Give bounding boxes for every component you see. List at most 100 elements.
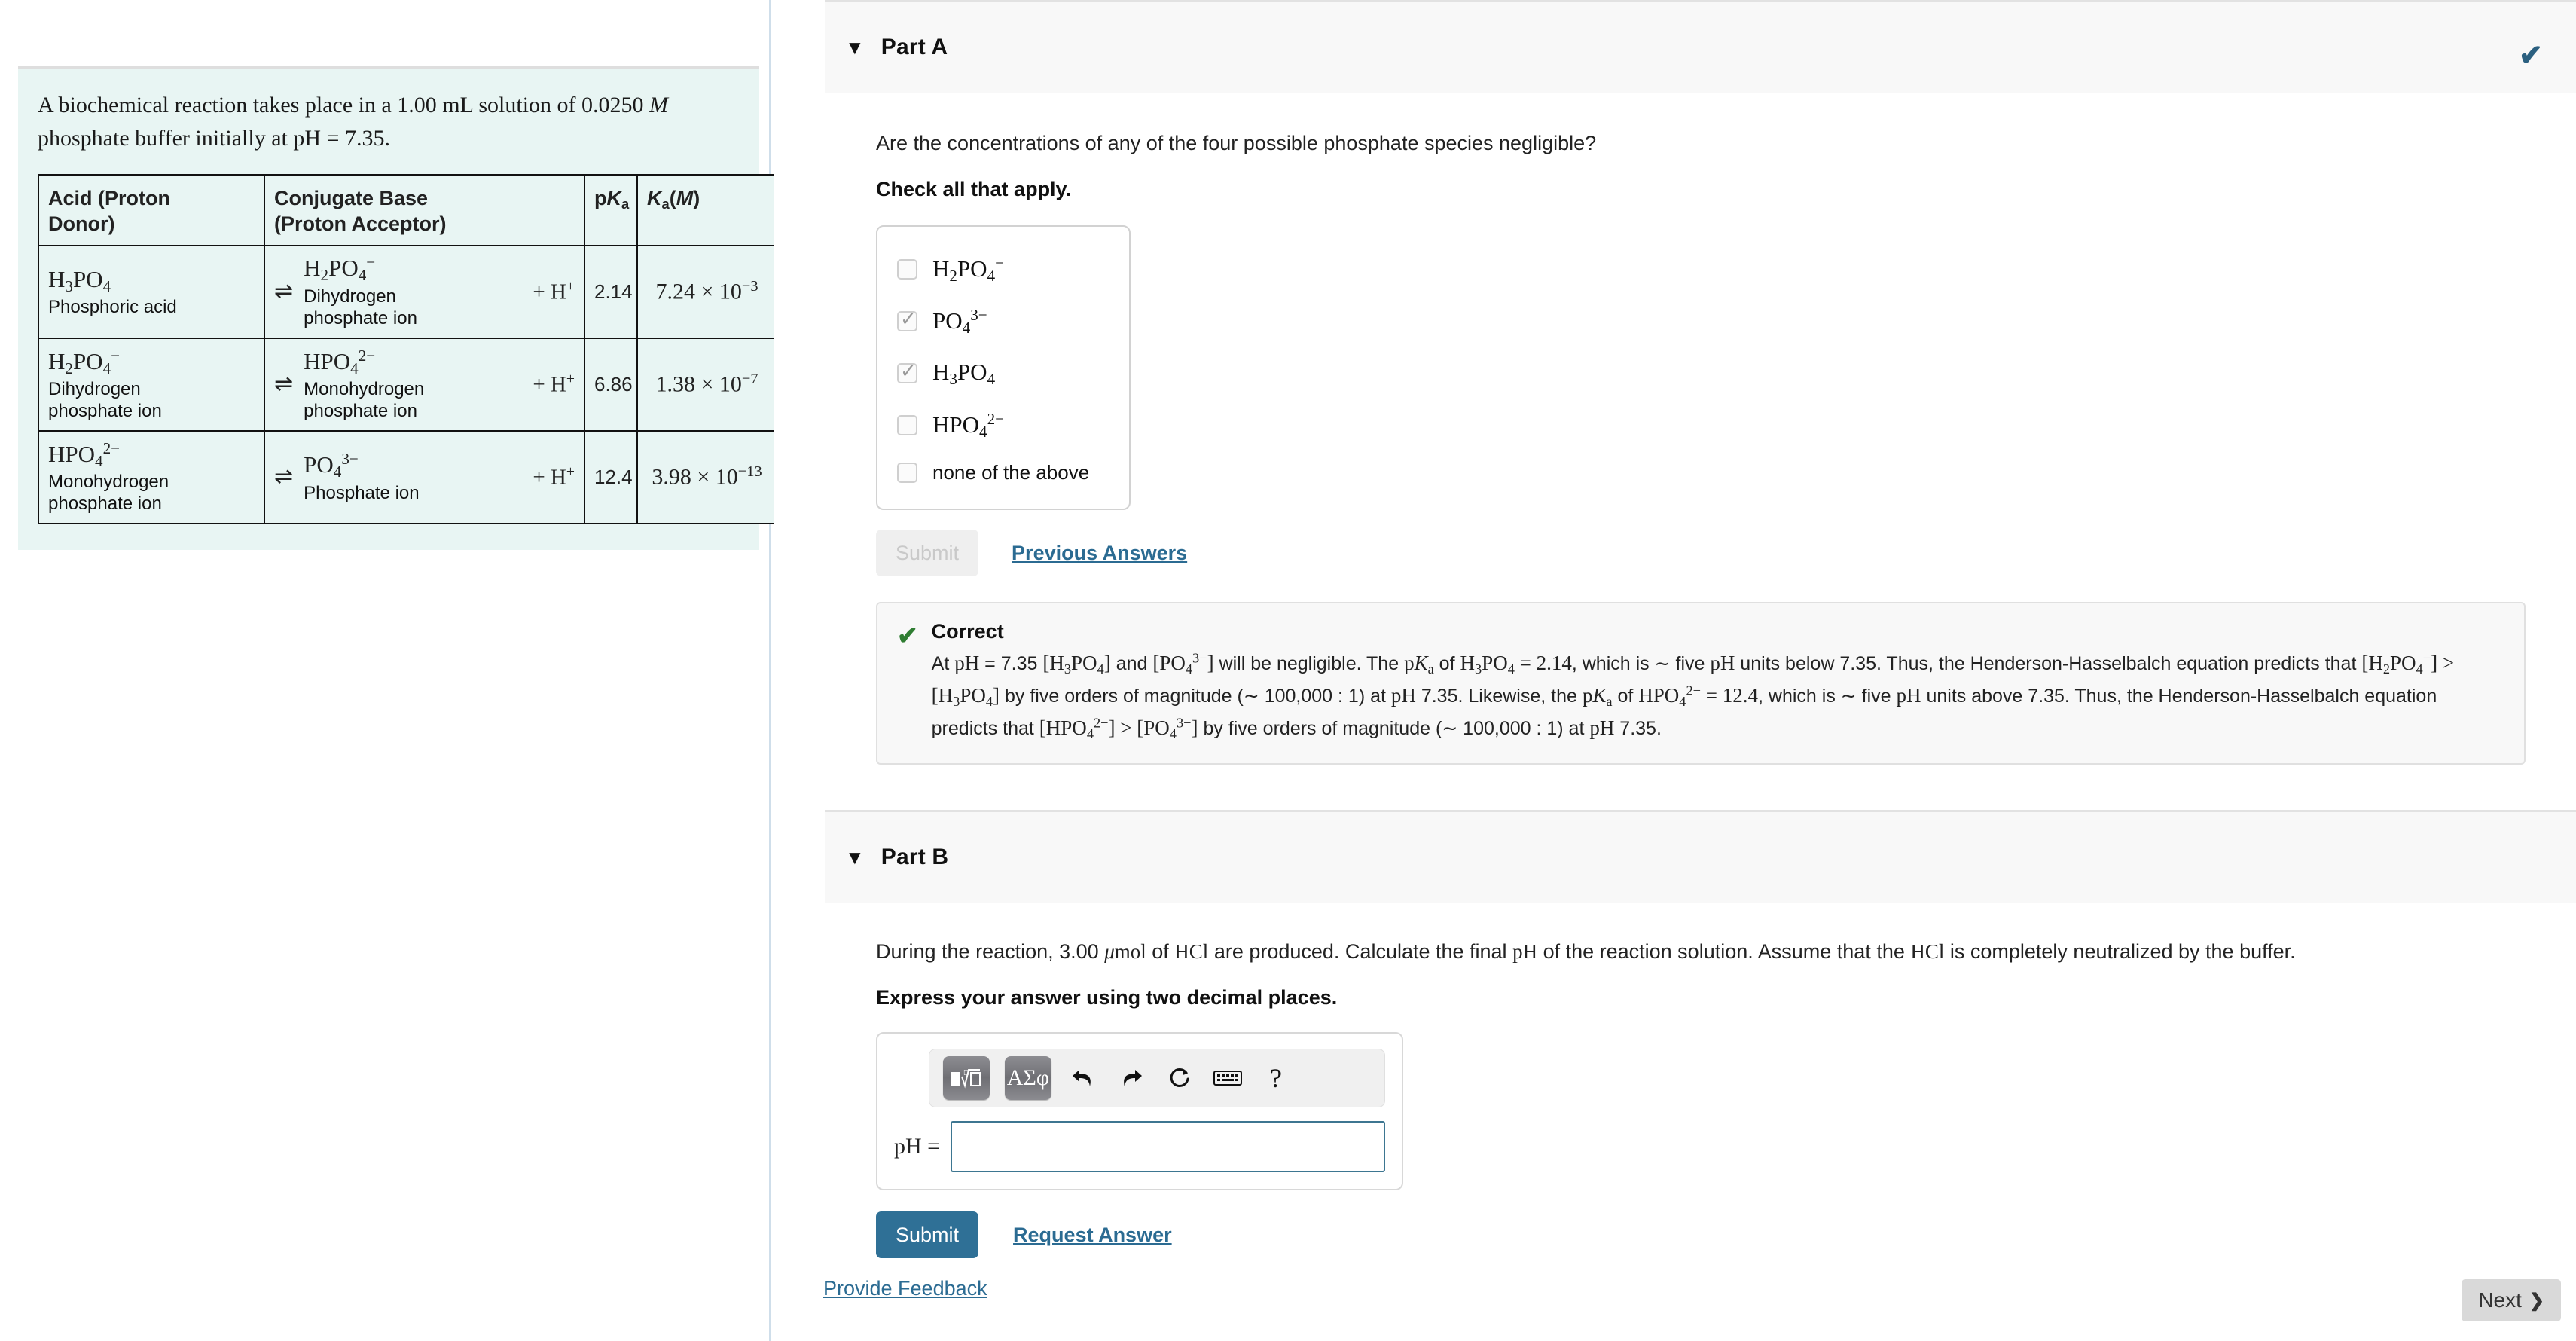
checkbox-po4[interactable] bbox=[897, 308, 917, 332]
part-a-complete-check-icon: ✔ bbox=[2519, 40, 2543, 72]
col-header-ka: Ka(M) bbox=[636, 174, 777, 246]
cell-ka: 7.24 × 10−3 bbox=[636, 244, 777, 339]
col-header-pka: pKa bbox=[584, 174, 638, 246]
col-header-acid-line2: Donor) bbox=[48, 212, 115, 235]
choice-option-none[interactable]: none of the above bbox=[897, 451, 1109, 493]
cell-ka: 3.98 × 10−13 bbox=[636, 429, 777, 524]
table-row: HPO42− Monohydrogen phosphate ion ⇌ PO43… bbox=[38, 429, 777, 524]
checkbox-h3po4[interactable] bbox=[897, 360, 917, 384]
cell-pka: 12.4 bbox=[584, 429, 638, 524]
part-a-body: Are the concentrations of any of the fou… bbox=[774, 129, 2576, 765]
cell-acid: HPO42− Monohydrogen phosphate ion bbox=[38, 429, 265, 524]
proton-term: + H+ bbox=[533, 371, 575, 397]
equilibrium-arrow-icon: ⇌ bbox=[274, 371, 294, 396]
answer-row: pH = bbox=[894, 1121, 1385, 1173]
part-a-header[interactable]: ▼ Part A ✔ bbox=[825, 0, 2576, 93]
proton-term: + H+ bbox=[533, 463, 575, 490]
equilibrium-arrow-icon: ⇌ bbox=[274, 463, 294, 489]
choice-label-h2po4: H2PO4− bbox=[932, 253, 1005, 285]
base-formula: HPO42− bbox=[304, 346, 376, 377]
part-a-title: Part A bbox=[881, 35, 948, 60]
chevron-right-icon: ❯ bbox=[2529, 1290, 2544, 1311]
checkbox-h2po4[interactable] bbox=[897, 259, 917, 280]
base-formula: H2PO4− bbox=[304, 253, 376, 285]
cell-ka: 1.38 × 10−7 bbox=[636, 337, 777, 432]
feedback-title: Correct bbox=[931, 620, 1004, 643]
cell-base: ⇌ H2PO4− Dihydrogen phosphate ion + H+ bbox=[264, 244, 585, 339]
ph-answer-input[interactable] bbox=[951, 1121, 1385, 1173]
acid-formula: HPO42− bbox=[48, 438, 120, 470]
template-button[interactable]: □ bbox=[943, 1056, 990, 1101]
part-a-instruction: Check all that apply. bbox=[876, 178, 1072, 201]
choice-option-h3po4[interactable]: H3PO4 bbox=[897, 347, 1109, 399]
choice-label-none: none of the above bbox=[932, 460, 1090, 484]
feedback-text: At pH = 7.35 [H3PO4] and [PO43−] will be… bbox=[931, 650, 2455, 742]
base-name-line2: phosphate ion bbox=[304, 308, 417, 329]
part-a-feedback: ✔ Correct At pH = 7.35 [H3PO4] and [PO43… bbox=[876, 602, 2526, 765]
problem-panel: A biochemical reaction takes place in a … bbox=[0, 0, 777, 1341]
choice-label-hpo4: HPO42− bbox=[932, 409, 1004, 441]
col-header-base-line1: Conjugate Base bbox=[274, 187, 429, 209]
reset-icon[interactable] bbox=[1163, 1061, 1196, 1095]
acid-formula: H3PO4 bbox=[48, 265, 111, 295]
chevron-down-icon[interactable]: ▼ bbox=[845, 848, 865, 867]
part-b-instruction: Express your answer using two decimal pl… bbox=[876, 986, 1338, 1010]
choice-label-po4: PO43− bbox=[932, 305, 987, 337]
checkbox-none[interactable] bbox=[897, 462, 917, 483]
cell-base: ⇌ PO43− Phosphate ion + H+ bbox=[264, 429, 585, 524]
choice-option-h2po4[interactable]: H2PO4− bbox=[897, 243, 1109, 295]
answer-panel: ▼ Part A ✔ Are the concentrations of any… bbox=[774, 0, 2576, 1341]
assignment-page: A biochemical reaction takes place in a … bbox=[0, 0, 2576, 1341]
acid-name-line1: Dihydrogen bbox=[48, 379, 141, 400]
table-header-row: Acid (Proton Donor) Conjugate Base (Prot… bbox=[38, 174, 777, 246]
problem-statement: A biochemical reaction takes place in a … bbox=[38, 93, 669, 151]
provide-feedback-link[interactable]: Provide Feedback bbox=[823, 1277, 987, 1300]
cell-acid: H3PO4 Phosphoric acid bbox=[38, 244, 265, 339]
part-a-submit-button[interactable]: Submit bbox=[876, 530, 979, 577]
acid-formula: H2PO4− bbox=[48, 346, 121, 377]
checkbox-hpo4[interactable] bbox=[897, 415, 917, 436]
cell-pka: 2.14 bbox=[584, 244, 638, 339]
equilibrium-arrow-icon: ⇌ bbox=[274, 278, 294, 304]
table-row: H3PO4 Phosphoric acid ⇌ H2PO4− Dihydroge… bbox=[38, 244, 777, 339]
proton-term: + H+ bbox=[533, 278, 575, 304]
previous-answers-link[interactable]: Previous Answers bbox=[1012, 542, 1187, 565]
keyboard-icon[interactable] bbox=[1211, 1061, 1244, 1095]
chevron-down-icon[interactable]: ▼ bbox=[845, 38, 865, 57]
redo-icon[interactable] bbox=[1115, 1061, 1148, 1095]
next-button[interactable]: Next ❯ bbox=[2462, 1279, 2561, 1321]
part-a-actions: Submit Previous Answers bbox=[876, 530, 2531, 577]
part-b-body: During the reaction, 3.00 μmol of HCl ar… bbox=[774, 937, 2576, 1259]
base-formula: PO43− bbox=[304, 450, 359, 481]
acid-name: Phosphoric acid bbox=[48, 297, 177, 318]
part-b-question: During the reaction, 3.00 μmol of HCl ar… bbox=[876, 940, 2296, 964]
choice-option-po4[interactable]: PO43− bbox=[897, 295, 1109, 347]
help-icon[interactable]: ? bbox=[1259, 1061, 1293, 1095]
choice-option-hpo4[interactable]: HPO42− bbox=[897, 399, 1109, 451]
col-header-acid: Acid (Proton Donor) bbox=[38, 174, 265, 246]
math-toolbar: □ ΑΣφ ? bbox=[929, 1049, 1385, 1108]
base-name-line1: Monohydrogen bbox=[304, 379, 425, 400]
choice-list: H2PO4− PO43− H3PO4 HPO42− none of the ab… bbox=[876, 225, 1131, 511]
table-row: H2PO4− Dihydrogen phosphate ion ⇌ HPO42− bbox=[38, 337, 777, 432]
part-a-question: Are the concentrations of any of the fou… bbox=[876, 132, 1597, 154]
acid-name-line2: phosphate ion bbox=[48, 493, 162, 515]
cell-pka: 6.86 bbox=[584, 337, 638, 432]
base-name-line1: Dihydrogen bbox=[304, 286, 396, 307]
part-b-submit-button[interactable]: Submit bbox=[876, 1211, 979, 1259]
choice-label-h3po4: H3PO4 bbox=[932, 358, 996, 388]
problem-statement-card: A biochemical reaction takes place in a … bbox=[18, 66, 777, 550]
correct-check-icon: ✔ bbox=[897, 622, 918, 650]
acid-name-line1: Monohydrogen bbox=[48, 472, 169, 493]
undo-icon[interactable] bbox=[1067, 1061, 1100, 1095]
greek-symbols-button[interactable]: ΑΣφ bbox=[1005, 1056, 1051, 1101]
part-b-title: Part B bbox=[881, 845, 949, 870]
answer-prefix-label: pH = bbox=[894, 1134, 941, 1159]
cell-acid: H2PO4− Dihydrogen phosphate ion bbox=[38, 337, 265, 432]
part-b-header[interactable]: ▼ Part B bbox=[825, 810, 2576, 903]
request-answer-link[interactable]: Request Answer bbox=[1013, 1223, 1172, 1247]
acid-name-line2: phosphate ion bbox=[48, 401, 162, 422]
cell-base: ⇌ HPO42− Monohydrogen phosphate ion + H+ bbox=[264, 337, 585, 432]
col-header-base: Conjugate Base (Proton Acceptor) bbox=[264, 174, 585, 246]
part-b-actions: Submit Request Answer bbox=[876, 1211, 2531, 1259]
